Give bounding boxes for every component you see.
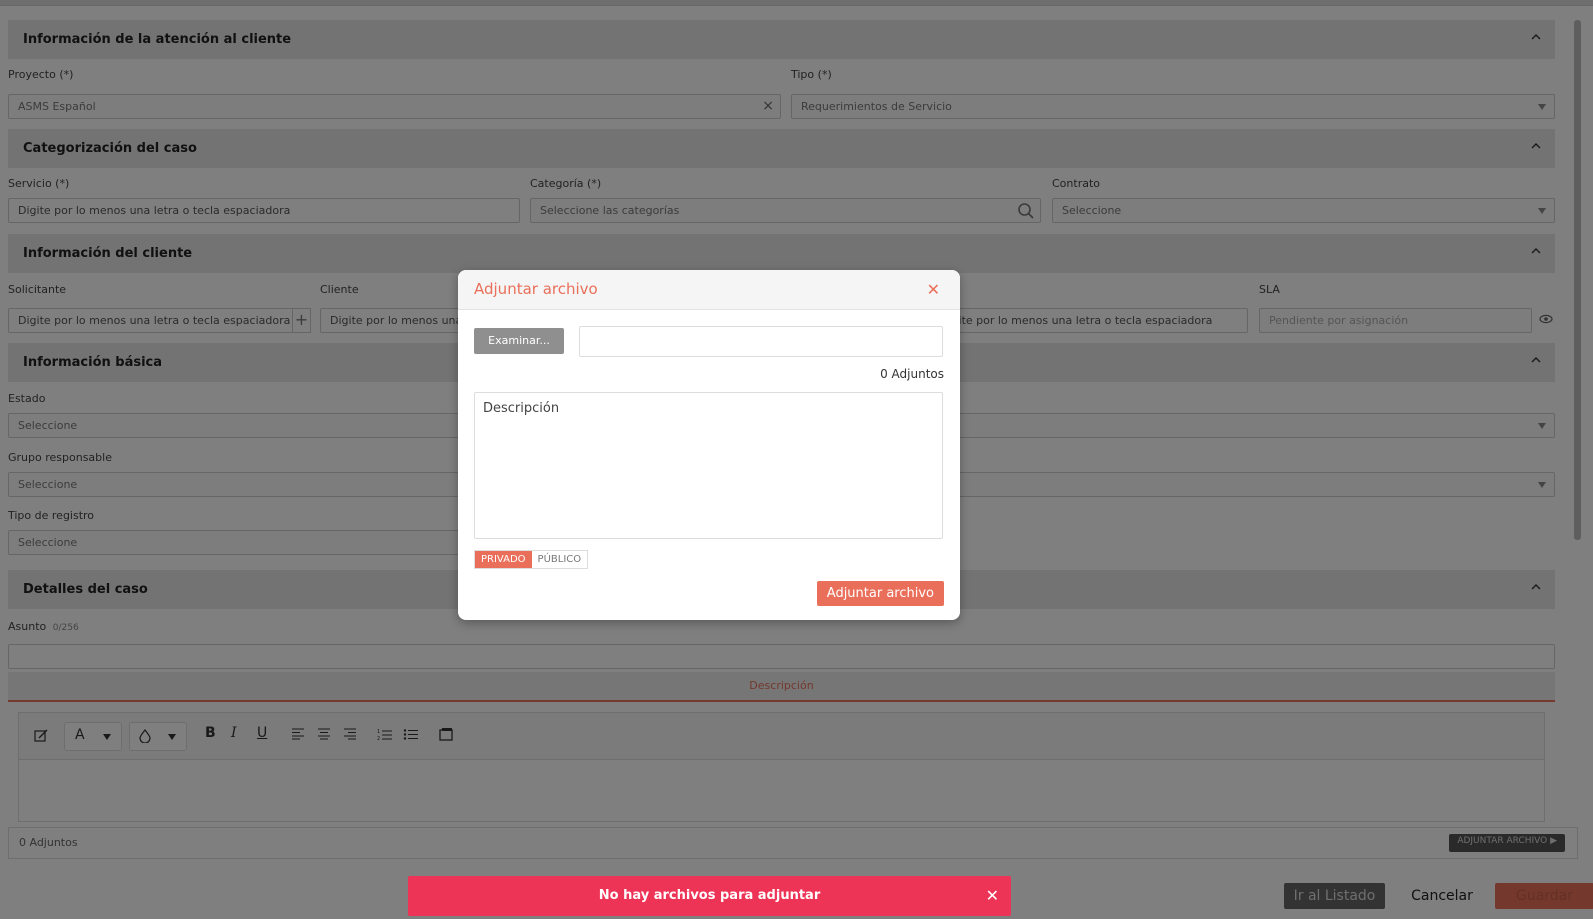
- modal-description-textarea[interactable]: Descripción: [474, 392, 943, 539]
- private-option[interactable]: PRIVADO: [475, 551, 532, 568]
- public-option[interactable]: PÚBLICO: [531, 551, 588, 568]
- modal-header: Adjuntar archivo ✕: [458, 270, 960, 310]
- file-name-input[interactable]: [579, 326, 943, 357]
- modal-attachments-count: 0 Adjuntos: [880, 367, 944, 381]
- modal-title: Adjuntar archivo: [474, 280, 598, 298]
- description-placeholder: Descripción: [483, 401, 560, 416]
- privacy-toggle: PRIVADO PÚBLICO: [474, 550, 589, 569]
- close-icon[interactable]: ✕: [927, 280, 940, 299]
- toast-message: No hay archivos para adjuntar: [598, 888, 821, 903]
- error-toast: No hay archivos para adjuntar ✕: [408, 876, 1011, 916]
- submit-attach-button[interactable]: Adjuntar archivo: [816, 581, 944, 606]
- close-icon[interactable]: ✕: [986, 876, 999, 916]
- attach-file-modal: Adjuntar archivo ✕ Examinar... 0 Adjunto…: [458, 270, 960, 620]
- browse-button[interactable]: Examinar...: [474, 328, 564, 354]
